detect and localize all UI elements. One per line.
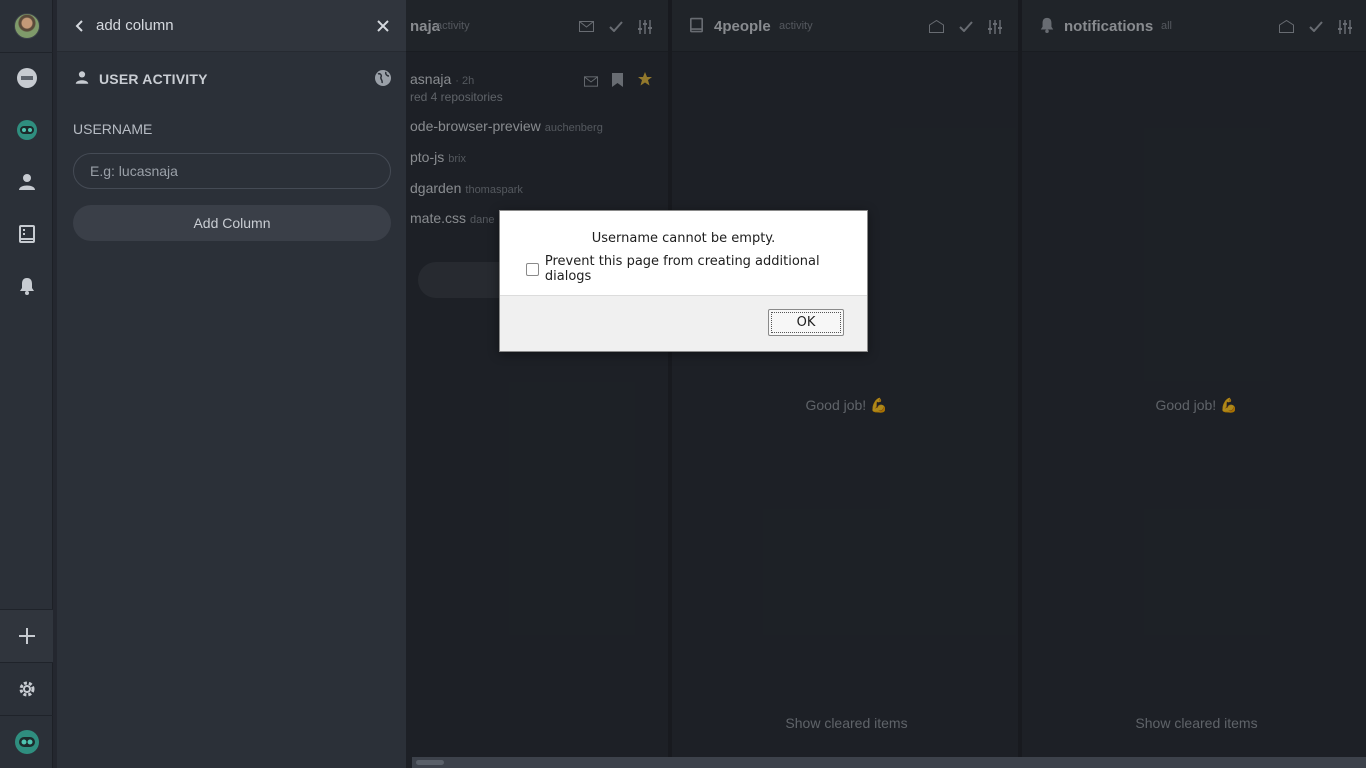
repo-item[interactable]: dgarden thomaspark	[410, 180, 523, 196]
show-cleared-items-button[interactable]: Show cleared items	[672, 715, 1021, 731]
repo-owner: auchenberg	[544, 122, 603, 134]
add-column-panel: add column USER ACTIVITY USERNAME Add Co…	[57, 0, 406, 768]
column-title: notifications	[1064, 18, 1154, 35]
back-button[interactable]	[69, 16, 89, 36]
add-column-submit-button[interactable]: Add Column	[73, 205, 391, 241]
sidebar-rail	[0, 0, 53, 768]
robot-icon	[16, 120, 37, 140]
repo-owner: brix	[448, 153, 466, 165]
repo-name: pto-js	[410, 149, 445, 165]
repo-name: mate.css	[410, 210, 467, 226]
add-column-button[interactable]	[0, 610, 53, 662]
checkbox-label: Prevent this page from creating addition…	[544, 254, 820, 284]
user-avatar-button[interactable]	[0, 0, 53, 52]
chevron-left-icon	[75, 20, 83, 32]
feed-item-header[interactable]: asnaja · 2h	[410, 71, 474, 87]
horizontal-scrollbar[interactable]	[412, 757, 1366, 768]
notifications-column-button[interactable]	[0, 260, 53, 312]
column-user-activity: naja activity asnaja · 2h red 4 repositor…	[406, 0, 668, 768]
bell-icon	[19, 278, 34, 295]
check-icon[interactable]	[1307, 18, 1324, 35]
filters-icon[interactable]	[636, 18, 653, 35]
user-column-button[interactable]	[0, 156, 53, 208]
user-icon	[18, 174, 35, 190]
column-subtitle: all	[1161, 20, 1173, 32]
feed-time: · 2h	[455, 75, 475, 87]
repo-owner: thomaspark	[465, 184, 523, 196]
empty-state-message: Good job! 💪	[805, 397, 888, 413]
app-logo-button[interactable]	[0, 716, 53, 768]
mark-read-icon[interactable]	[578, 18, 595, 35]
user-icon	[75, 71, 89, 84]
column-header: notifications all	[1022, 0, 1366, 52]
column-subtitle: activity	[779, 20, 813, 32]
repo-name: ode-browser-preview	[410, 118, 541, 134]
close-button[interactable]	[373, 16, 393, 36]
plus-icon	[18, 628, 35, 644]
repo-icon	[690, 17, 703, 38]
feed-action: red 4 repositories	[410, 90, 503, 104]
repo-column-button[interactable]	[0, 208, 53, 260]
gear-icon	[19, 681, 34, 697]
settings-button[interactable]	[0, 663, 53, 715]
ok-button[interactable]: OK	[768, 309, 844, 336]
repo-item[interactable]: pto-js brix	[410, 149, 466, 165]
repo-item[interactable]: mate.css dane	[410, 210, 495, 226]
feed-username: asnaja	[410, 71, 452, 87]
org-column-button[interactable]	[0, 52, 53, 104]
username-label: USERNAME	[73, 121, 153, 137]
checkbox-box[interactable]	[526, 262, 539, 276]
section-header: USER ACTIVITY	[73, 68, 393, 90]
bookmark-icon[interactable]	[612, 73, 623, 92]
mark-read-icon[interactable]	[584, 74, 598, 92]
mark-read-icon[interactable]	[1278, 18, 1295, 35]
show-cleared-items-button[interactable]: Show cleared items	[1022, 715, 1366, 731]
repo-owner: dane	[470, 214, 495, 226]
column-toolbar	[1278, 18, 1353, 35]
devhub-column-button[interactable]	[0, 104, 53, 156]
mark-read-icon[interactable]	[928, 18, 945, 35]
alert-dialog: Username cannot be empty. Prevent this p…	[499, 210, 868, 352]
repo-name: dgarden	[410, 180, 462, 196]
avatar	[13, 13, 40, 39]
column-repo-activity: 4people activity Good job! 💪 Show cleare…	[672, 0, 1018, 768]
panel-header: add column	[57, 0, 406, 52]
empty-state-message: Good job! 💪	[1155, 397, 1238, 413]
username-input[interactable]	[73, 153, 391, 189]
column-notifications: notifications all Good job! 💪 Show clear…	[1022, 0, 1366, 768]
bell-icon	[1039, 17, 1055, 38]
devhub-logo-icon	[14, 730, 39, 754]
scrollbar-thumb[interactable]	[416, 760, 444, 765]
filters-icon[interactable]	[986, 18, 1003, 35]
filters-icon[interactable]	[1336, 18, 1353, 35]
dialog-message: Username cannot be empty.	[591, 231, 776, 246]
column-title: 4people	[714, 18, 771, 35]
close-icon	[377, 20, 389, 32]
column-toolbar	[578, 18, 653, 35]
repo-item[interactable]: ode-browser-preview auchenberg	[410, 118, 603, 134]
panel-title: add column	[96, 17, 174, 34]
org-logo-icon	[16, 68, 37, 88]
globe-icon[interactable]	[374, 69, 392, 87]
prevent-dialogs-checkbox[interactable]: Prevent this page from creating addition…	[526, 254, 867, 284]
column-subtitle: activity	[436, 20, 470, 32]
column-toolbar	[928, 18, 1003, 35]
check-icon[interactable]	[957, 18, 974, 35]
check-icon[interactable]	[607, 18, 624, 35]
dialog-footer: OK	[500, 295, 867, 351]
star-icon[interactable]	[638, 72, 652, 91]
section-title: USER ACTIVITY	[99, 71, 208, 87]
column-header: naja activity	[406, 0, 668, 52]
column-header: 4people activity	[672, 0, 1018, 52]
repo-icon	[18, 225, 35, 243]
